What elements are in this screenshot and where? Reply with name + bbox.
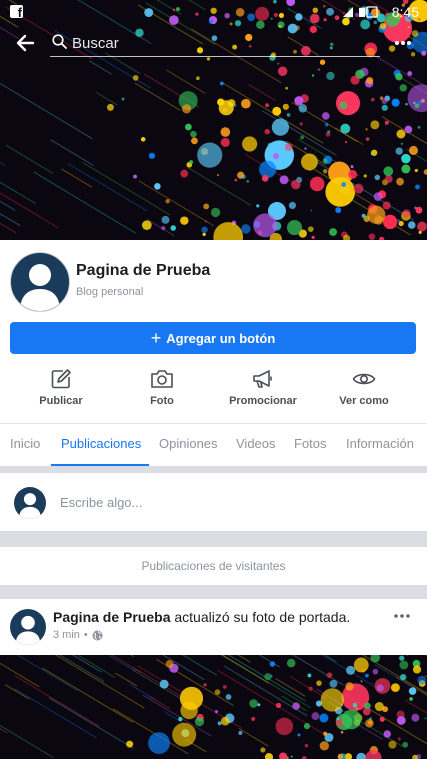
post-author-avatar[interactable] bbox=[10, 609, 46, 645]
more-options-icon[interactable] bbox=[393, 36, 413, 50]
composer-avatar bbox=[14, 487, 46, 519]
tab-publicaciones[interactable]: Publicaciones bbox=[61, 424, 141, 464]
tab-fotos[interactable]: Fotos bbox=[294, 424, 327, 464]
facebook-icon: f bbox=[10, 5, 23, 19]
post-author[interactable]: Pagina de Prueba bbox=[53, 609, 170, 625]
promote-button[interactable]: Promocionar bbox=[218, 368, 308, 407]
promote-label: Promocionar bbox=[229, 395, 297, 407]
tab-opiniones[interactable]: Opiniones bbox=[159, 424, 218, 464]
add-button-button[interactable]: + Agregar un botón bbox=[10, 322, 416, 354]
add-button-label: Agregar un botón bbox=[166, 330, 276, 346]
photo-button[interactable]: Foto bbox=[117, 368, 207, 407]
signal-battery-icon bbox=[343, 6, 378, 18]
tab-videos[interactable]: Videos bbox=[236, 424, 276, 464]
eye-icon bbox=[352, 373, 376, 385]
publish-label: Publicar bbox=[39, 395, 83, 407]
post-image[interactable] bbox=[0, 655, 427, 759]
search-icon bbox=[52, 34, 67, 49]
search-underline bbox=[50, 56, 380, 57]
avatar-silhouette-icon bbox=[18, 493, 42, 519]
megaphone-icon bbox=[253, 370, 272, 388]
back-arrow-icon[interactable] bbox=[14, 32, 36, 54]
meta-separator: • bbox=[83, 629, 88, 641]
tab-informacion[interactable]: Información bbox=[346, 424, 414, 464]
post-meta: 3 min • bbox=[53, 629, 103, 641]
page-category: Blog personal bbox=[76, 286, 144, 298]
post-time[interactable]: 3 min bbox=[53, 629, 80, 641]
view-as-button[interactable]: Ver como bbox=[319, 368, 409, 407]
composer-input[interactable]: Escribe algo... bbox=[60, 495, 142, 510]
plus-icon: + bbox=[150, 328, 162, 348]
status-bar: f 8:45 bbox=[0, 0, 427, 24]
page-profile-section: Pagina de Prueba Blog personal + Agregar… bbox=[0, 240, 427, 466]
avatar-silhouette-icon bbox=[20, 264, 60, 311]
search-bar bbox=[0, 28, 427, 58]
page-avatar[interactable] bbox=[10, 252, 70, 312]
globe-icon bbox=[92, 630, 103, 640]
post-action-text: actualizó su foto de portada. bbox=[170, 609, 351, 625]
view-as-label: Ver como bbox=[339, 395, 389, 407]
status-time: 8:45 bbox=[391, 4, 419, 20]
page-tabs: Inicio Publicaciones Opiniones Videos Fo… bbox=[0, 423, 427, 467]
post-card: Pagina de Prueba actualizó su foto de po… bbox=[0, 599, 427, 655]
post-cover-image bbox=[0, 655, 427, 759]
page-actions: Publicar Foto Promocionar Ver como bbox=[0, 368, 427, 420]
page-title: Pagina de Prueba bbox=[76, 262, 211, 279]
edit-icon bbox=[51, 369, 71, 389]
search-input[interactable] bbox=[72, 32, 372, 54]
visitor-posts-link[interactable]: Publicaciones de visitantes bbox=[0, 547, 427, 585]
post-composer[interactable]: Escribe algo... bbox=[0, 473, 427, 531]
avatar-silhouette-icon bbox=[15, 615, 41, 645]
post-options-icon[interactable] bbox=[393, 611, 411, 621]
publish-button[interactable]: Publicar bbox=[16, 368, 106, 407]
camera-icon bbox=[151, 370, 173, 388]
post-header: Pagina de Prueba actualizó su foto de po… bbox=[53, 609, 350, 625]
photo-label: Foto bbox=[150, 395, 174, 407]
tab-inicio[interactable]: Inicio bbox=[10, 424, 40, 464]
active-tab-indicator bbox=[51, 464, 149, 466]
